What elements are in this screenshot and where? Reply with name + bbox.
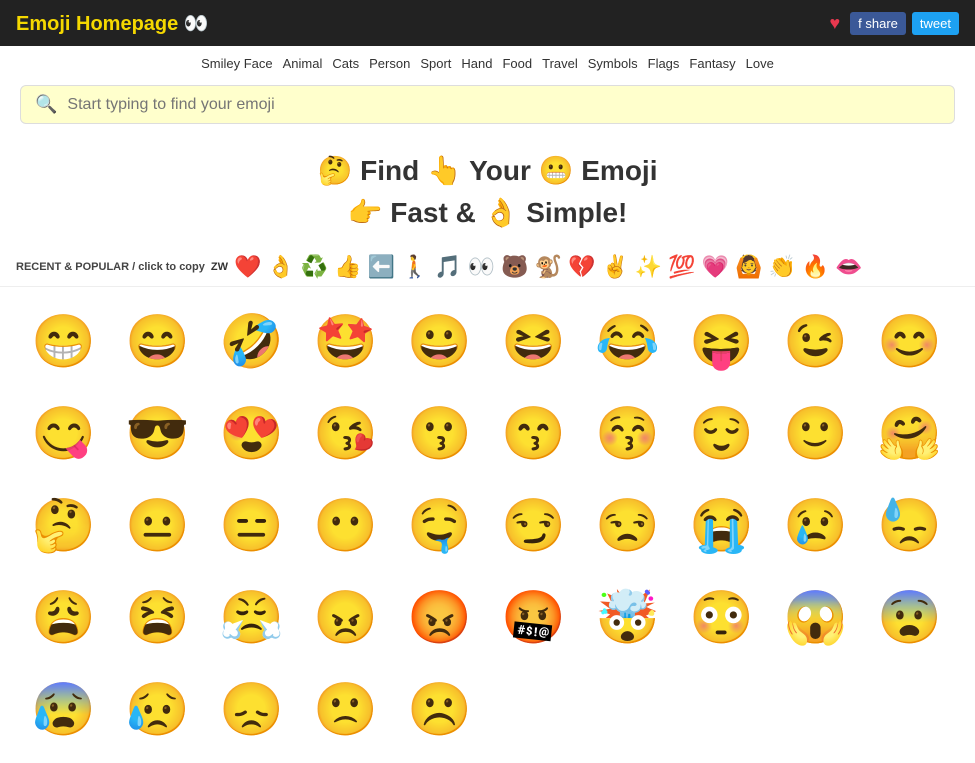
recent-emoji[interactable]: ♻️ [301, 254, 328, 280]
emoji-cell[interactable]: 😁 [20, 297, 108, 385]
hero-line2: 👉 Fast & 👌 Simple! [0, 192, 975, 234]
emoji-cell[interactable]: 😆 [490, 297, 578, 385]
emoji-cell[interactable]: 😓 [866, 481, 954, 569]
emoji-cell[interactable]: 😙 [490, 389, 578, 477]
recent-emoji[interactable]: 👄 [835, 254, 862, 280]
recent-emoji[interactable]: 👌 [267, 254, 294, 280]
recent-emoji[interactable]: ⬅️ [368, 254, 395, 280]
emoji-cell[interactable]: 😌 [678, 389, 766, 477]
recent-emoji[interactable]: 💯 [668, 254, 695, 280]
emoji-cell[interactable]: 😭 [678, 481, 766, 569]
nav-item-flags[interactable]: Flags [648, 56, 680, 71]
nav-item-smiley-face[interactable]: Smiley Face [201, 56, 273, 71]
emoji-cell[interactable]: 😨 [866, 573, 954, 661]
emoji-cell[interactable]: 😶 [302, 481, 390, 569]
emoji-cell[interactable]: 😀 [396, 297, 484, 385]
logo-text: Emoji Homepage [16, 13, 178, 35]
emoji-cell[interactable]: ☹️ [396, 665, 484, 753]
nav-item-sport[interactable]: Sport [420, 56, 451, 71]
search-box: 🔍 [20, 85, 955, 124]
search-icon: 🔍 [35, 94, 57, 115]
recent-emoji[interactable]: ZW [211, 261, 228, 273]
emoji-cell[interactable]: 😰 [20, 665, 108, 753]
emoji-cell[interactable]: 🤣 [208, 297, 296, 385]
emoji-cell[interactable]: 😂 [584, 297, 672, 385]
recent-emoji[interactable]: 👍 [334, 254, 361, 280]
emoji-cell[interactable]: 😎 [114, 389, 202, 477]
nav-item-food[interactable]: Food [502, 56, 532, 71]
recent-emoji[interactable]: 👏 [768, 254, 795, 280]
emoji-cell[interactable]: 😐 [114, 481, 202, 569]
emoji-cell[interactable]: 😳 [678, 573, 766, 661]
emoji-cell[interactable]: 😱 [772, 573, 860, 661]
recent-emoji[interactable]: 💗 [702, 254, 729, 280]
recent-emoji[interactable]: ✌️ [601, 254, 628, 280]
emoji-cell[interactable]: 🤩 [302, 297, 390, 385]
site-logo: Emoji Homepage 👀 [16, 11, 829, 36]
recent-emoji[interactable]: 👀 [468, 254, 495, 280]
nav-item-love[interactable]: Love [746, 56, 774, 71]
nav-item-symbols[interactable]: Symbols [588, 56, 638, 71]
emoji-cell[interactable]: 😊 [866, 297, 954, 385]
emoji-cell[interactable]: 😥 [114, 665, 202, 753]
facebook-share-button[interactable]: f share [850, 12, 906, 35]
recent-emoji[interactable]: 🐒 [535, 254, 562, 280]
emoji-cell[interactable]: 😞 [208, 665, 296, 753]
heart-icon[interactable]: ♥ [829, 13, 840, 34]
nav-item-cats[interactable]: Cats [332, 56, 359, 71]
emoji-cell[interactable]: 🤯 [584, 573, 672, 661]
emoji-cell[interactable]: 🤗 [866, 389, 954, 477]
recent-bar: RECENT & POPULAR / click to copy ZW ❤️👌 ♻️… [0, 250, 975, 287]
emoji-cell[interactable]: 😒 [584, 481, 672, 569]
recent-emoji[interactable]: ✨ [635, 254, 662, 280]
nav-item-fantasy[interactable]: Fantasy [689, 56, 735, 71]
emoji-grid: 😁😄🤣🤩😀😆😂😝😉😊 😋😎😍😘😗😙😚😌🙂🤗 🤔😐😑😶🤤😏😒😭😢😓 😩😫😤😠😡🤬🤯😳😱😨… [0, 287, 975, 763]
emoji-cell[interactable]: 😍 [208, 389, 296, 477]
search-section: 🔍 [0, 79, 975, 138]
nav-item-animal[interactable]: Animal [283, 56, 323, 71]
recent-emoji[interactable]: ❤️ [234, 254, 261, 280]
recent-emoji[interactable]: 🚶 [401, 254, 428, 280]
recent-emoji[interactable]: 🙆 [735, 254, 762, 280]
emoji-cell[interactable]: 😫 [114, 573, 202, 661]
emoji-cell[interactable]: 😏 [490, 481, 578, 569]
recent-emoji[interactable]: 🐻 [501, 254, 528, 280]
emoji-cell[interactable]: 😝 [678, 297, 766, 385]
tweet-button[interactable]: tweet [912, 12, 959, 35]
nav-item-travel[interactable]: Travel [542, 56, 578, 71]
header: Emoji Homepage 👀 ♥ f share tweet [0, 0, 975, 46]
hero-section: 🤔 Find 👆 Your 😬 Emoji 👉 Fast & 👌 Simple! [0, 138, 975, 250]
emoji-cell[interactable]: 🙁 [302, 665, 390, 753]
emoji-cell[interactable]: 😩 [20, 573, 108, 661]
recent-label: RECENT & POPULAR / click to copy [16, 261, 205, 273]
logo-eyes: 👀 [184, 13, 209, 35]
emoji-cell[interactable]: 😤 [208, 573, 296, 661]
emoji-cell[interactable]: 😋 [20, 389, 108, 477]
hero-line1: 🤔 Find 👆 Your 😬 Emoji [0, 150, 975, 192]
emoji-cell[interactable]: 😗 [396, 389, 484, 477]
emoji-cell[interactable]: 🤤 [396, 481, 484, 569]
emoji-cell[interactable]: 🙂 [772, 389, 860, 477]
recent-emoji[interactable]: 💔 [568, 254, 595, 280]
nav-item-person[interactable]: Person [369, 56, 410, 71]
recent-emoji[interactable]: 🎵 [434, 254, 461, 280]
emoji-cell[interactable]: 😡 [396, 573, 484, 661]
category-nav: Smiley Face Animal Cats Person Sport Hand Food… [0, 46, 975, 79]
emoji-cell[interactable]: 😚 [584, 389, 672, 477]
emoji-cell[interactable]: 🤔 [20, 481, 108, 569]
nav-item-hand[interactable]: Hand [461, 56, 492, 71]
emoji-cell[interactable]: 😘 [302, 389, 390, 477]
emoji-cell[interactable]: 😑 [208, 481, 296, 569]
recent-emoji[interactable]: 🔥 [802, 254, 829, 280]
emoji-cell[interactable]: 😢 [772, 481, 860, 569]
emoji-cell[interactable]: 🤬 [490, 573, 578, 661]
emoji-cell[interactable]: 😉 [772, 297, 860, 385]
emoji-cell[interactable]: 😄 [114, 297, 202, 385]
emoji-cell[interactable]: 😠 [302, 573, 390, 661]
search-input[interactable] [67, 96, 940, 114]
